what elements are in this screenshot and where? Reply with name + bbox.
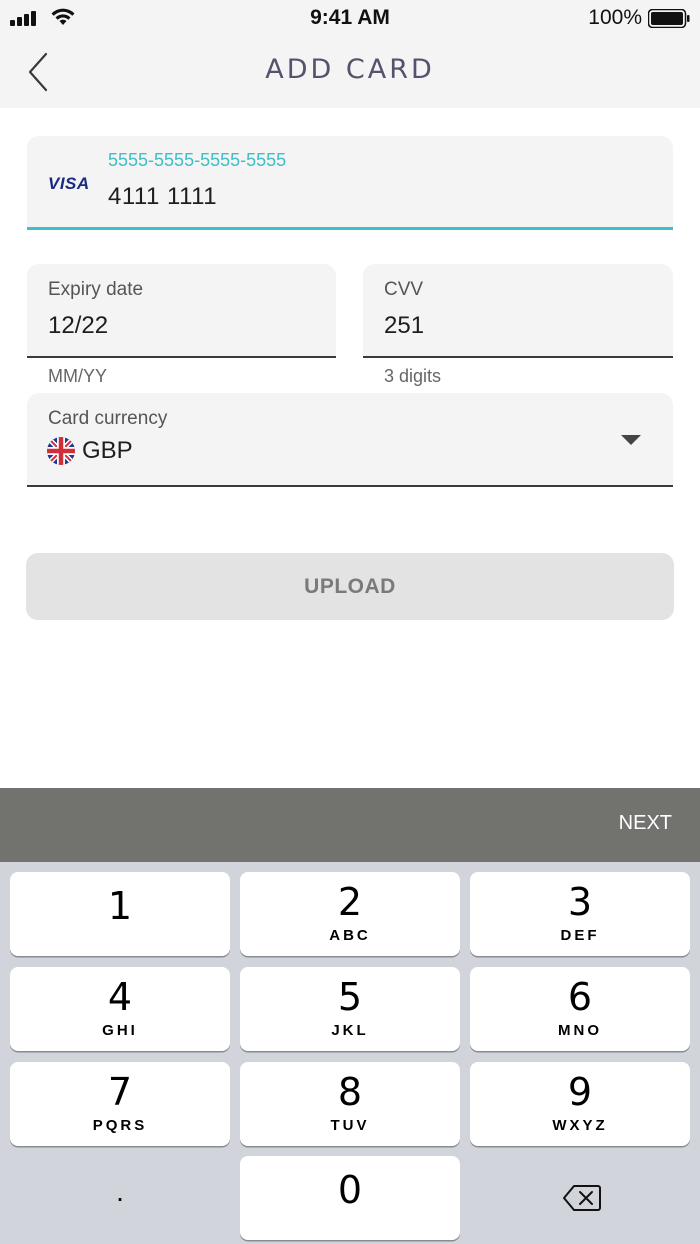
visa-logo: VISA (48, 174, 90, 193)
key-letters: GHI (102, 1022, 138, 1039)
key-letters: DEF (560, 927, 600, 944)
key-digit: 8 (337, 1070, 363, 1114)
key-letters: JKL (331, 1022, 369, 1039)
key-digit: 3 (567, 880, 593, 924)
battery-icon (648, 9, 690, 28)
delete-key[interactable] (470, 1156, 690, 1240)
uk-flag-icon (47, 437, 75, 465)
expiry-date-field[interactable]: Expiry date 12/22 (27, 264, 336, 358)
backspace-icon (563, 1185, 601, 1211)
key-dot[interactable]: . (10, 1156, 230, 1240)
key-8[interactable]: 8 TUV (240, 1062, 460, 1146)
cvv-label: CVV (384, 279, 424, 300)
expiry-date-label: Expiry date (48, 279, 144, 300)
card-currency-select[interactable]: Card currency GBP (27, 393, 673, 487)
key-letters: ABC (329, 927, 371, 944)
status-bar: 9:41 AM 100% (0, 0, 700, 36)
key-digit: 7 (107, 1070, 133, 1114)
card-number-hint: 5555-5555-5555-5555 (108, 150, 287, 170)
key-0[interactable]: 0 (240, 1156, 460, 1240)
key-2[interactable]: 2 ABC (240, 872, 460, 956)
key-1[interactable]: 1 (10, 872, 230, 956)
key-digit: 9 (567, 1070, 593, 1114)
navigation-bar: ADD CARD (0, 36, 700, 108)
cvv-input[interactable]: 251 (384, 312, 424, 340)
card-number-field[interactable]: VISA 5555-5555-5555-5555 4111 1111 (27, 136, 673, 230)
card-currency-value: GBP (82, 437, 133, 464)
key-3[interactable]: 3 DEF (470, 872, 690, 956)
key-digit: 2 (337, 880, 363, 924)
key-4[interactable]: 4 GHI (10, 967, 230, 1051)
key-letters: TUV (330, 1117, 370, 1134)
keyboard-accessory-bar: NEXT (0, 788, 700, 862)
key-letters: WXYZ (552, 1117, 608, 1134)
cvv-field[interactable]: CVV 251 (363, 264, 673, 358)
card-currency-label: Card currency (48, 408, 168, 429)
key-6[interactable]: 6 MNO (470, 967, 690, 1051)
expiry-helper-text: MM/YY (48, 366, 108, 386)
expiry-date-input[interactable]: 12/22 (48, 312, 108, 340)
caret-down-icon[interactable] (621, 435, 641, 445)
battery-percent: 100% (588, 6, 642, 29)
numeric-keypad: 1 2 ABC 3 DEF 4 GHI 5 JKL 6 MNO 7 PQRS 8… (0, 862, 700, 1244)
key-digit: 4 (107, 975, 133, 1019)
next-button[interactable]: NEXT (619, 812, 672, 835)
key-letters: PQRS (92, 1117, 148, 1134)
key-7[interactable]: 7 PQRS (10, 1062, 230, 1146)
key-digit: 6 (567, 975, 593, 1019)
key-5[interactable]: 5 JKL (240, 967, 460, 1051)
key-digit: 5 (337, 975, 363, 1019)
card-number-input[interactable]: 4111 1111 (108, 183, 217, 211)
upload-button[interactable]: UPLOAD (26, 553, 674, 620)
key-digit: 0 (337, 1168, 363, 1212)
key-digit: 1 (107, 884, 133, 928)
key-9[interactable]: 9 WXYZ (470, 1062, 690, 1146)
page-title: ADD CARD (265, 54, 435, 85)
cvv-helper-text: 3 digits (384, 366, 442, 386)
key-letters: MNO (558, 1022, 602, 1039)
